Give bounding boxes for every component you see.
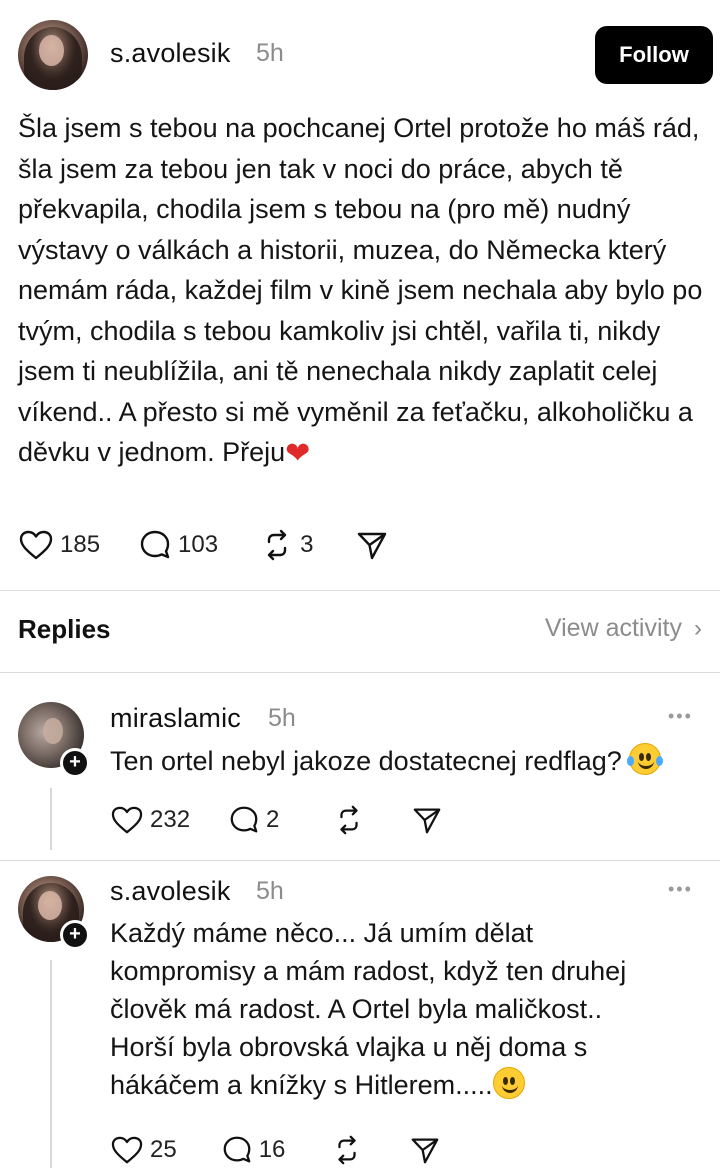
follow-button[interactable]: Follow xyxy=(595,26,713,84)
view-activity-link[interactable]: View activity › xyxy=(545,614,702,643)
comment-button[interactable]: 103 xyxy=(138,528,218,562)
author-avatar[interactable] xyxy=(18,20,88,90)
post-header: s.avolesik 5h Follow xyxy=(0,0,720,100)
send-paper-plane-icon xyxy=(358,532,387,560)
like-button[interactable]: 185 xyxy=(18,529,100,561)
follow-plus-icon[interactable]: + xyxy=(60,920,90,950)
red-heart-emoji: ❤ xyxy=(285,437,311,470)
comment-count: 16 xyxy=(258,1136,286,1163)
repost-button[interactable] xyxy=(333,804,365,836)
chevron-right-icon: › xyxy=(694,614,702,642)
divider xyxy=(0,672,720,673)
post-text-content: Šla jsem s tebou na pochcanej Ortel prot… xyxy=(18,113,703,467)
repost-arrows-icon xyxy=(338,1135,357,1165)
replies-heading: Replies xyxy=(18,614,111,644)
more-dots-icon[interactable]: ••• xyxy=(668,706,693,727)
smiling-face-emoji xyxy=(492,1067,525,1099)
follow-plus-icon[interactable]: + xyxy=(60,748,90,778)
like-count: 185 xyxy=(60,531,101,558)
send-paper-plane-icon xyxy=(412,1138,439,1164)
reply-text: Každý máme něco... Já umím dělat komprom… xyxy=(110,914,670,1104)
like-button[interactable]: 232 xyxy=(110,805,190,835)
speech-bubble-icon xyxy=(230,806,258,833)
thread-line xyxy=(50,960,52,1168)
comment-count: 103 xyxy=(178,531,219,558)
like-button[interactable]: 25 xyxy=(110,1135,177,1165)
repost-button[interactable] xyxy=(331,1134,363,1166)
speech-bubble-icon xyxy=(223,1136,251,1163)
like-count: 232 xyxy=(150,806,191,833)
divider xyxy=(0,860,720,861)
reply-timestamp: 5h xyxy=(268,704,296,732)
comment-button[interactable]: 2 xyxy=(228,804,279,836)
comment-count: 2 xyxy=(266,806,280,833)
share-button[interactable] xyxy=(355,528,389,562)
divider xyxy=(0,590,720,591)
share-button[interactable] xyxy=(409,1134,441,1166)
like-count: 25 xyxy=(150,1136,177,1163)
view-activity-label: View activity xyxy=(544,614,682,642)
reply-actions: 232 2 xyxy=(110,800,473,840)
post-actions: 185 103 3 xyxy=(18,525,419,565)
post-text: Šla jsem s tebou na pochcanej Ortel prot… xyxy=(18,108,708,475)
reply-text-content: Každý máme něco... Já umím dělat komprom… xyxy=(110,918,627,1100)
post-timestamp: 5h xyxy=(256,39,284,67)
reply-actions: 25 16 xyxy=(110,1130,471,1168)
thread-line xyxy=(50,788,52,850)
share-button[interactable] xyxy=(411,804,443,836)
repost-arrows-icon xyxy=(267,529,287,561)
more-dots-icon[interactable]: ••• xyxy=(668,879,693,900)
heart-outline-icon xyxy=(111,806,143,834)
reply-username[interactable]: s.avolesik xyxy=(110,876,231,907)
comment-button[interactable]: 16 xyxy=(221,1134,286,1166)
heart-outline-icon xyxy=(111,1136,143,1164)
repost-button[interactable]: 3 xyxy=(260,528,313,562)
heart-outline-icon xyxy=(19,530,53,560)
reply-timestamp: 5h xyxy=(256,877,284,905)
face-with-tears-of-joy-emoji xyxy=(627,743,664,775)
speech-bubble-icon xyxy=(140,530,170,559)
reply-text: Ten ortel nebyl jakoze dostatecnej redfl… xyxy=(110,742,710,780)
reply-username[interactable]: miraslamic xyxy=(110,703,241,734)
repost-arrows-icon xyxy=(340,805,359,835)
reply-text-content: Ten ortel nebyl jakoze dostatecnej redfl… xyxy=(110,746,622,776)
send-paper-plane-icon xyxy=(414,808,441,834)
repost-count: 3 xyxy=(300,531,314,558)
author-username[interactable]: s.avolesik xyxy=(110,38,231,69)
